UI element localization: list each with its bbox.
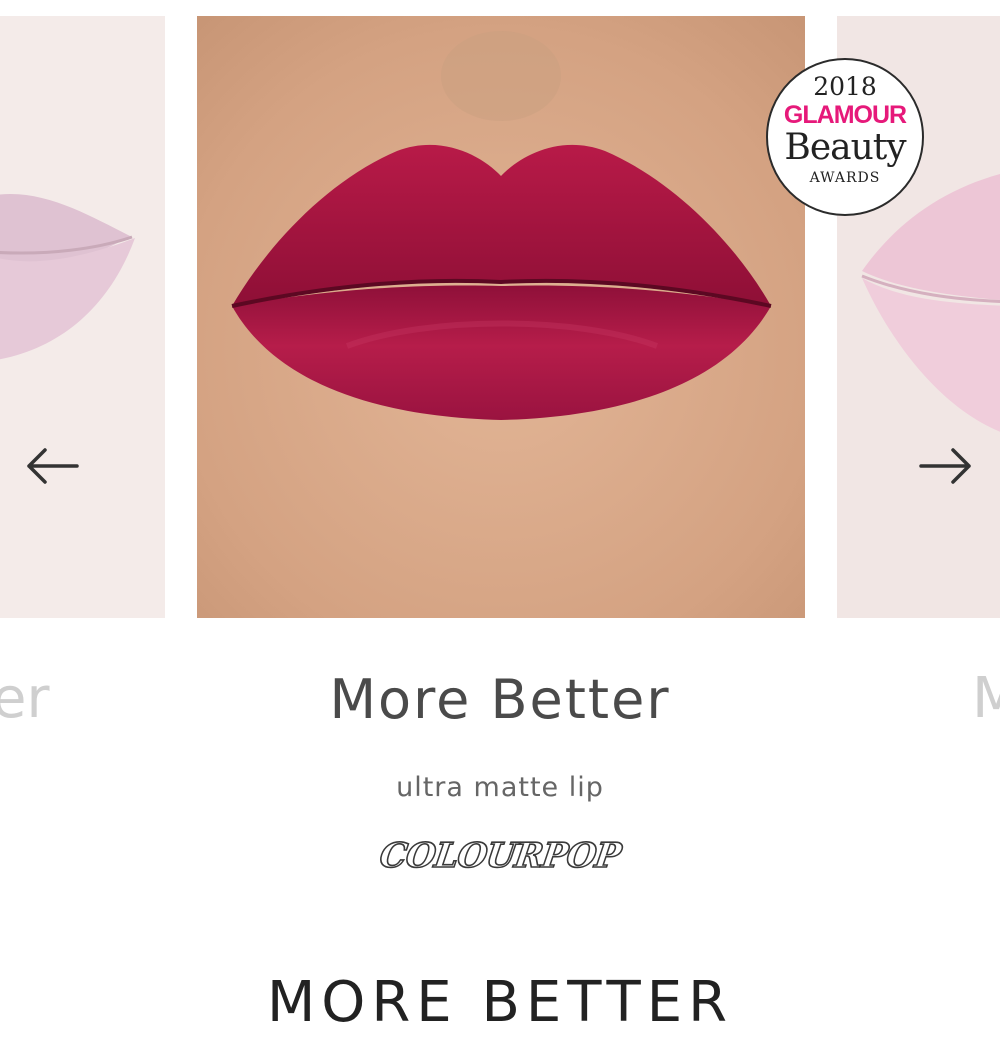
- award-subtitle: AWARDS: [809, 170, 881, 186]
- next-shade-button[interactable]: [916, 436, 976, 496]
- product-name: More Better: [329, 668, 671, 731]
- prev-shade-image[interactable]: [0, 16, 165, 618]
- brand-logo: COLOURPOP: [376, 835, 623, 877]
- award-year: 2018: [813, 72, 877, 101]
- glamour-award-badge: 2018 GLAMOUR Beauty AWARDS: [766, 58, 924, 216]
- award-title: Beauty: [784, 127, 906, 168]
- section-heading: MORE BETTER: [266, 970, 733, 1035]
- prev-lips-illustration: [0, 16, 165, 618]
- swatch-carousel: 2018 GLAMOUR Beauty AWARDS: [0, 0, 1000, 760]
- product-type: ultra matte lip: [396, 772, 604, 803]
- arrow-left-icon: [27, 448, 79, 484]
- previous-shade-button[interactable]: [22, 436, 82, 496]
- arrow-right-icon: [919, 448, 971, 484]
- lips-swatch-illustration: [197, 16, 805, 618]
- main-shade-image[interactable]: [197, 16, 805, 618]
- award-magazine: GLAMOUR: [783, 101, 907, 129]
